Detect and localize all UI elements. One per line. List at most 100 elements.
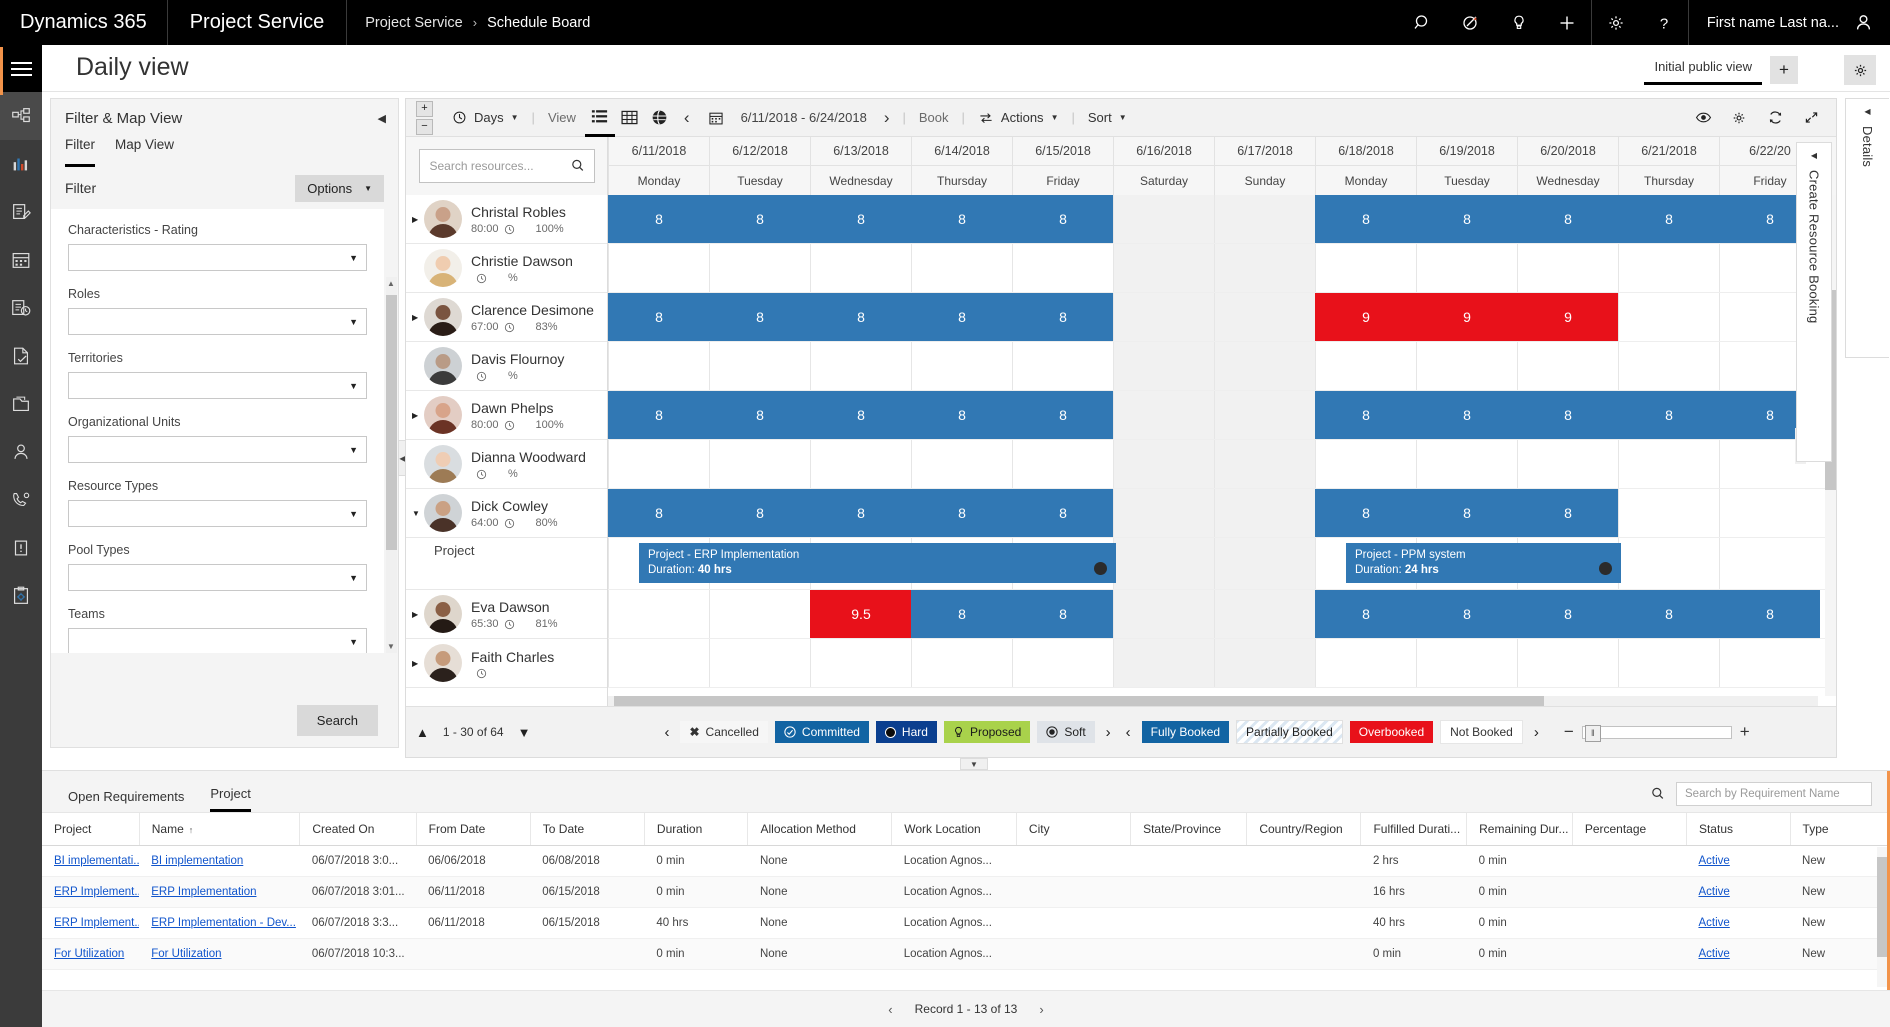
cell-link[interactable]: Active bbox=[1698, 886, 1729, 898]
schedule-cell[interactable]: 8 bbox=[1012, 489, 1113, 537]
details-tab[interactable]: ◀ Details bbox=[1845, 98, 1889, 358]
resource-row[interactable]: ▼ Dick Cowley 64:00 80% bbox=[406, 489, 607, 538]
table-row[interactable]: ERP Implement... ERP Implementation - Dev… bbox=[42, 907, 1890, 939]
chevron-right-icon[interactable]: ▶ bbox=[412, 411, 424, 420]
schedule-cell[interactable] bbox=[1214, 440, 1315, 488]
schedule-cell[interactable]: 8 bbox=[1416, 391, 1517, 439]
chevron-right-icon[interactable]: ▶ bbox=[412, 659, 424, 668]
chevron-right-icon[interactable]: ▶ bbox=[412, 313, 424, 322]
schedule-cell[interactable] bbox=[608, 590, 709, 638]
chevron-right-icon[interactable]: › bbox=[1039, 1002, 1043, 1017]
schedule-cell[interactable] bbox=[709, 342, 810, 390]
rail-item-schedule[interactable] bbox=[0, 284, 42, 332]
schedule-cell[interactable]: 8 bbox=[810, 391, 911, 439]
schedule-cell[interactable] bbox=[1315, 244, 1416, 292]
schedule-cell[interactable] bbox=[1012, 639, 1113, 687]
user-menu[interactable]: First name Last na... bbox=[1689, 0, 1890, 45]
tab-filter[interactable]: Filter bbox=[65, 137, 95, 167]
utilization-prev-icon[interactable]: ‹ bbox=[1122, 724, 1135, 741]
schedule-cell[interactable]: 8 bbox=[911, 195, 1012, 243]
table-column-header[interactable]: Created On bbox=[299, 813, 417, 846]
schedule-cell[interactable]: 8 bbox=[1517, 195, 1618, 243]
table-column-header[interactable]: Duration bbox=[644, 813, 749, 846]
schedule-cell[interactable]: 8 bbox=[810, 195, 911, 243]
zoom-out-button[interactable]: − bbox=[1564, 722, 1574, 742]
schedule-cell[interactable] bbox=[911, 342, 1012, 390]
legend-chip-committed[interactable]: Committed bbox=[774, 721, 869, 743]
table-row[interactable]: BI implementati... BI implementation 06/07… bbox=[42, 845, 1890, 877]
schedule-cell[interactable] bbox=[1517, 639, 1618, 687]
schedule-cell[interactable] bbox=[1012, 440, 1113, 488]
expand-icon[interactable] bbox=[1794, 99, 1828, 137]
chevron-left-icon[interactable]: ◀ bbox=[378, 112, 386, 125]
schedule-cell[interactable]: 8 bbox=[1618, 590, 1719, 638]
schedule-cell[interactable]: 8 bbox=[1012, 391, 1113, 439]
resource-name[interactable]: Christie Dawson bbox=[471, 252, 607, 270]
pool-types-select[interactable]: ▼ bbox=[68, 564, 367, 591]
table-column-header[interactable]: City bbox=[1016, 813, 1132, 846]
filter-panel-scrollbar[interactable]: ▲ ▼ bbox=[386, 277, 397, 653]
legend-chip-cancelled[interactable]: ✖ Cancelled bbox=[680, 721, 768, 743]
resource-name[interactable]: Faith Charles bbox=[471, 648, 607, 666]
tab-project[interactable]: Project bbox=[210, 786, 251, 812]
cell-link[interactable]: ERP Implement... bbox=[54, 917, 139, 929]
schedule-cell[interactable]: 8 bbox=[709, 293, 810, 341]
schedule-cell[interactable]: 8 bbox=[1315, 391, 1416, 439]
schedule-cell[interactable] bbox=[608, 639, 709, 687]
schedule-cell[interactable]: 8 bbox=[608, 195, 709, 243]
schedule-cell[interactable] bbox=[911, 440, 1012, 488]
schedule-cell[interactable] bbox=[1315, 639, 1416, 687]
schedule-cell[interactable] bbox=[911, 244, 1012, 292]
chevron-down-icon[interactable]: ▼ bbox=[518, 725, 531, 740]
legend-next-icon[interactable]: › bbox=[1102, 724, 1115, 741]
table-column-header[interactable]: Project bbox=[42, 813, 140, 846]
rail-item-contact[interactable] bbox=[0, 428, 42, 476]
schedule-cell[interactable] bbox=[810, 440, 911, 488]
rail-item-sitemap[interactable] bbox=[0, 92, 42, 140]
sort-menu[interactable]: Sort ▼ bbox=[1079, 99, 1136, 137]
next-period-button[interactable]: › bbox=[875, 99, 899, 137]
scroll-down-icon[interactable]: ▼ bbox=[387, 642, 395, 651]
calendar-picker-button[interactable] bbox=[699, 99, 733, 137]
schedule-cell[interactable]: 8 bbox=[1517, 489, 1618, 537]
schedule-cell[interactable]: 9.5 bbox=[810, 590, 911, 638]
schedule-cell[interactable]: 8 bbox=[911, 489, 1012, 537]
breadcrumb-current[interactable]: Schedule Board bbox=[487, 15, 590, 31]
cell-link[interactable]: ERP Implementation - Dev... bbox=[151, 917, 296, 929]
chevron-right-icon[interactable]: ▶ bbox=[412, 610, 424, 619]
search-icon[interactable] bbox=[1399, 0, 1447, 45]
zoom-in-button[interactable]: + bbox=[416, 100, 433, 117]
refresh-icon[interactable] bbox=[1758, 99, 1792, 137]
schedule-cell[interactable] bbox=[1416, 342, 1517, 390]
resource-row[interactable]: ▶ Eva Dawson 65:30 81% bbox=[406, 590, 607, 639]
tab-initial-public-view[interactable]: Initial public view bbox=[1644, 55, 1762, 85]
eye-icon[interactable] bbox=[1686, 99, 1720, 137]
filter-options-button[interactable]: Options ▼ bbox=[295, 174, 384, 202]
list-view-icon[interactable] bbox=[584, 99, 615, 137]
search-icon[interactable] bbox=[1650, 786, 1666, 802]
schedule-cell[interactable]: 8 bbox=[1416, 590, 1517, 638]
schedule-cell[interactable]: 8 bbox=[1315, 590, 1416, 638]
rail-item-document-check[interactable] bbox=[0, 332, 42, 380]
resource-row[interactable]: Christie Dawson% bbox=[406, 244, 607, 293]
scrollbar-thumb[interactable] bbox=[386, 295, 397, 550]
schedule-cell[interactable] bbox=[1618, 440, 1719, 488]
schedule-cell[interactable]: 9 bbox=[1315, 293, 1416, 341]
table-column-header[interactable]: Name ↑ bbox=[139, 813, 301, 846]
schedule-cell[interactable] bbox=[1113, 440, 1214, 488]
date-range-label[interactable]: 6/11/2018 - 6/24/2018 bbox=[733, 110, 875, 125]
legend-chip-hard[interactable]: Hard bbox=[875, 721, 937, 743]
schedule-cell[interactable]: 8 bbox=[911, 391, 1012, 439]
characteristics-rating-select[interactable]: ▼ bbox=[68, 244, 367, 271]
resource-row[interactable]: ▶ Faith Charles bbox=[406, 639, 607, 688]
schedule-cell[interactable] bbox=[1214, 538, 1315, 589]
schedule-cell[interactable]: 8 bbox=[810, 293, 911, 341]
booking-bar[interactable]: Project - ERP Implementation Duration: 40… bbox=[639, 543, 1116, 583]
rail-item-clipboard-settings[interactable] bbox=[0, 572, 42, 620]
brand-dynamics365[interactable]: Dynamics 365 bbox=[0, 0, 168, 45]
schedule-cell[interactable]: 8 bbox=[709, 195, 810, 243]
organizational-units-select[interactable]: ▼ bbox=[68, 436, 367, 463]
grid-view-icon[interactable] bbox=[615, 99, 645, 137]
schedule-cell[interactable] bbox=[1113, 489, 1214, 537]
schedule-cell[interactable] bbox=[1113, 639, 1214, 687]
